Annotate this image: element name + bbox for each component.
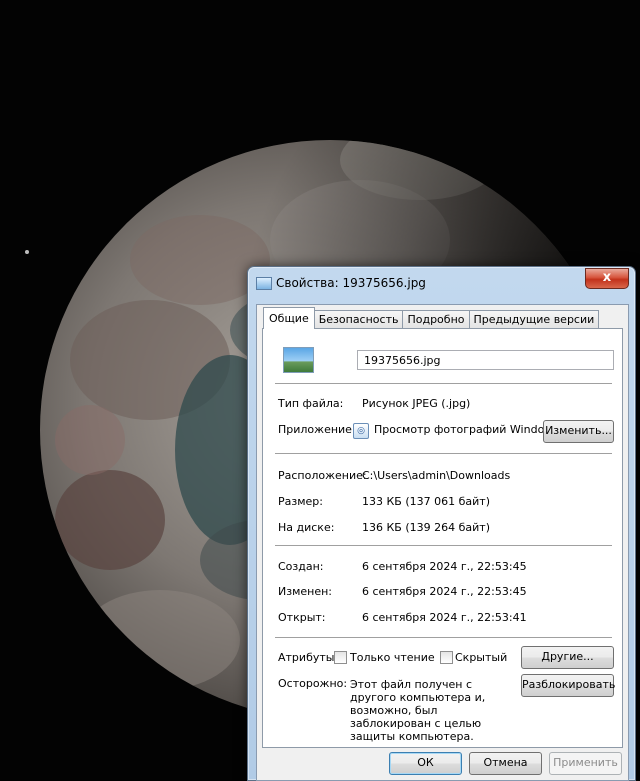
- attributes-label: Атрибуты:: [278, 651, 339, 664]
- change-app-button[interactable]: Изменить...: [543, 420, 614, 443]
- dialog-body: Общие Безопасность Подробно Предыдущие в…: [256, 304, 629, 781]
- security-warning-text: Этот файл получен с другого компьютера и…: [350, 678, 486, 743]
- tab-details[interactable]: Подробно: [402, 310, 470, 329]
- opened-value: 6 сентября 2024 г., 22:53:41: [362, 611, 527, 624]
- hidden-label: Скрытый: [455, 651, 508, 664]
- tab-strip: Общие Безопасность Подробно Предыдущие в…: [263, 307, 600, 329]
- divider: [275, 453, 612, 454]
- readonly-label: Только чтение: [350, 651, 435, 664]
- advanced-attributes-button[interactable]: Другие...: [521, 646, 614, 669]
- photo-viewer-icon: ◎: [353, 423, 369, 439]
- properties-dialog: Свойства: 19375656.jpg x Общие Безопасно…: [247, 266, 636, 781]
- size-value: 133 КБ (137 061 байт): [362, 495, 490, 508]
- general-tab-page: 19375656.jpg Тип файла: Рисунок JPEG (.j…: [262, 328, 623, 748]
- close-button[interactable]: x: [585, 268, 629, 289]
- file-name-field[interactable]: 19375656.jpg: [357, 350, 614, 370]
- divider: [275, 637, 612, 638]
- readonly-checkbox[interactable]: [334, 651, 347, 664]
- title-bar[interactable]: Свойства: 19375656.jpg x: [248, 267, 635, 299]
- app-label: Приложение:: [278, 423, 356, 436]
- caution-label: Осторожно:: [278, 677, 348, 690]
- disk-size-label: На диске:: [278, 521, 335, 534]
- modified-label: Изменен:: [278, 585, 333, 598]
- ok-button[interactable]: ОК: [389, 752, 462, 775]
- tab-security[interactable]: Безопасность: [313, 310, 404, 329]
- file-type-value: Рисунок JPEG (.jpg): [362, 397, 471, 410]
- opened-label: Открыт:: [278, 611, 326, 624]
- unblock-button[interactable]: Разблокировать: [521, 674, 615, 697]
- size-label: Размер:: [278, 495, 323, 508]
- modified-value: 6 сентября 2024 г., 22:53:45: [362, 585, 527, 598]
- hidden-checkbox[interactable]: [440, 651, 453, 664]
- tab-general[interactable]: Общие: [263, 307, 315, 329]
- disk-size-value: 136 КБ (139 264 байт): [362, 521, 490, 534]
- cancel-button[interactable]: Отмена: [469, 752, 542, 775]
- app-value: Просмотр фотографий Windows: [374, 423, 560, 436]
- location-label: Расположение:: [278, 469, 367, 482]
- created-value: 6 сентября 2024 г., 22:53:45: [362, 560, 527, 573]
- location-value: C:\Users\admin\Downloads: [362, 469, 511, 482]
- created-label: Создан:: [278, 560, 324, 573]
- image-file-icon: [283, 347, 314, 373]
- image-file-icon: [256, 277, 272, 290]
- window-title: Свойства: 19375656.jpg: [276, 276, 426, 290]
- file-type-label: Тип файла:: [278, 397, 344, 410]
- divider: [275, 383, 612, 384]
- apply-button[interactable]: Применить: [549, 752, 622, 775]
- divider: [275, 545, 612, 546]
- tab-previous-versions[interactable]: Предыдущие версии: [468, 310, 600, 329]
